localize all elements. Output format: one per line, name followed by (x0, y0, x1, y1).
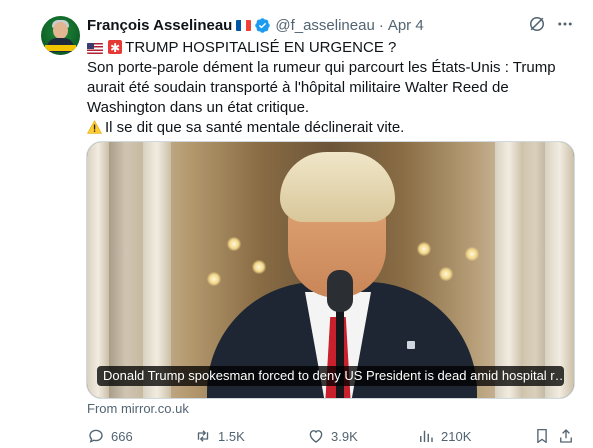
like-button[interactable]: 3.9K (307, 425, 358, 447)
chandelier-light (207, 272, 221, 286)
separator-dot: · (378, 16, 384, 34)
pillar-mid-left (143, 142, 171, 398)
tweet-line-2: Son porte-parole dément la rumeur qui pa… (87, 59, 556, 76)
pillar-mid-right (495, 142, 523, 398)
red-asterisk-icon (108, 38, 123, 58)
repost-button[interactable]: 1.5K (194, 425, 245, 447)
tweet-line-1: TRUMP HOSPITALISÉ EN URGENCE ? (87, 38, 557, 58)
avatar-face (53, 22, 68, 39)
heart-icon (309, 430, 323, 443)
view-count: 210K (441, 428, 472, 444)
photo-flag-pin (407, 341, 415, 349)
chandelier-light (227, 237, 241, 251)
photo-hair (280, 152, 395, 222)
views-button[interactable]: 210K (417, 425, 471, 447)
photo-microphone (327, 270, 353, 312)
france-flag-icon (236, 19, 252, 31)
chandelier-light (252, 260, 266, 274)
chandelier-light (465, 247, 479, 261)
reply-count: 666 (111, 428, 133, 444)
verified-badge-icon (255, 17, 271, 33)
link-source[interactable]: From mirror.co.uk (87, 401, 189, 416)
share-icon (560, 429, 572, 443)
reply-button[interactable]: 666 (87, 425, 133, 447)
bookmark-icon (537, 428, 547, 444)
us-flag-icon (87, 43, 103, 54)
author-handle[interactable]: @f_asselineau (275, 17, 374, 34)
tweet-date[interactable]: Apr 4 (388, 17, 424, 34)
share-button[interactable] (557, 425, 581, 447)
action-bar: 666 1.5K 3.9K 210K (87, 425, 577, 447)
like-count: 3.9K (331, 428, 358, 444)
chandelier-light (417, 242, 431, 256)
grok-icon[interactable] (527, 14, 547, 34)
bookmark-button[interactable] (533, 425, 557, 447)
tweet-line-5: Il se dit que sa santé mentale déclinera… (87, 118, 557, 138)
chandelier-light (439, 267, 453, 281)
views-icon (420, 430, 433, 442)
repost-icon (197, 430, 209, 442)
tweet-line-4: Washington dans un état critique. (87, 99, 310, 116)
link-card-caption: Donald Trump spokesman forced to deny US… (97, 366, 564, 386)
pillar-left (87, 142, 109, 398)
more-options-icon[interactable] (556, 15, 574, 33)
repost-count: 1.5K (218, 428, 245, 444)
pillar-right (545, 142, 574, 398)
link-card-image[interactable]: Donald Trump spokesman forced to deny US… (86, 141, 575, 399)
reply-icon (89, 429, 103, 443)
author-name[interactable]: François Asselineau (87, 17, 232, 34)
tweet[interactable]: François Asselineau @f_asselineau · Apr … (0, 0, 593, 448)
warning-icon (87, 120, 102, 134)
avatar-band (45, 45, 76, 51)
tweet-text: TRUMP HOSPITALISÉ EN URGENCE ? Son porte… (87, 38, 557, 138)
avatar[interactable] (41, 16, 80, 55)
tweet-closing: Il se dit que sa santé mentale déclinera… (105, 119, 405, 136)
tweet-line-3: aurait été soudain transporté à l'hôpita… (87, 79, 509, 96)
tweet-headline: TRUMP HOSPITALISÉ EN URGENCE ? (125, 39, 397, 56)
tweet-header: François Asselineau @f_asselineau · Apr … (87, 14, 424, 36)
